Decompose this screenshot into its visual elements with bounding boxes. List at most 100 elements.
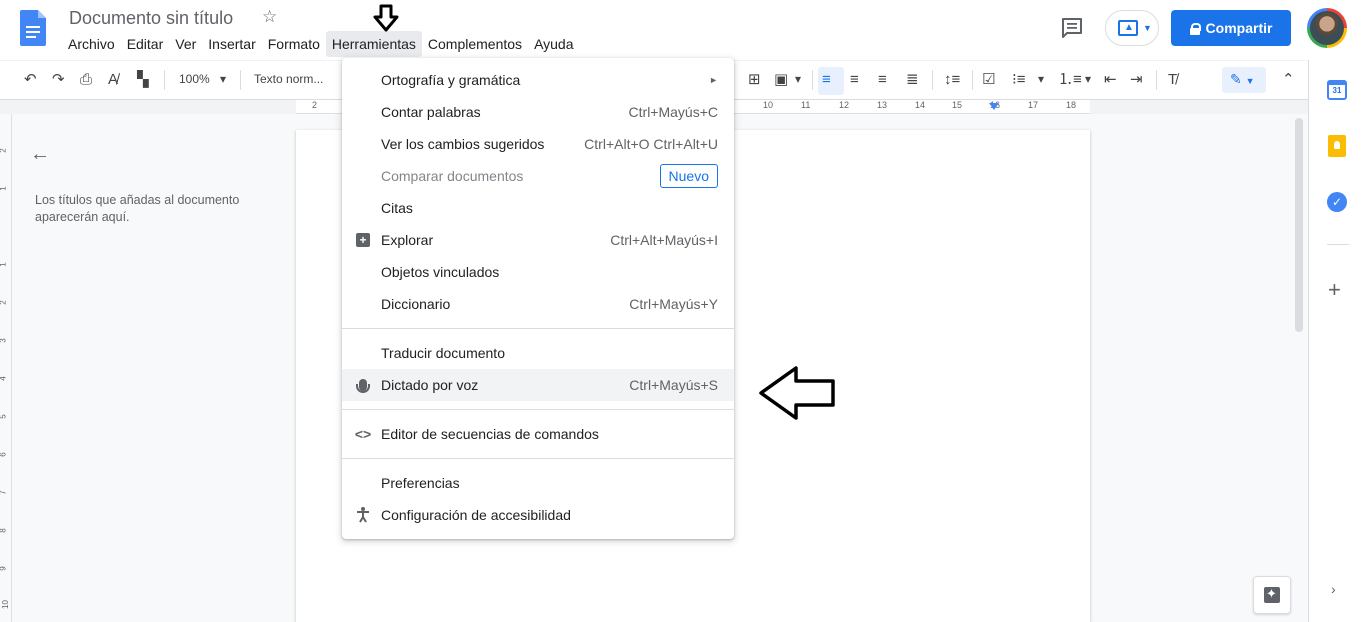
tasks-icon[interactable]: ✓: [1327, 192, 1347, 212]
insert-image-icon[interactable]: ▣: [774, 71, 788, 89]
ruler-number: 7: [0, 490, 8, 494]
vertical-scrollbar[interactable]: [1295, 118, 1303, 332]
clear-formatting-icon[interactable]: T̸: [1168, 71, 1177, 89]
bulleted-list-icon[interactable]: ⁝≡: [1012, 71, 1026, 89]
code-icon: <>: [354, 426, 372, 442]
ruler-number: 8: [0, 528, 8, 532]
menu-item-label: Explorar: [381, 232, 434, 248]
menu-item-label: Ver los cambios sugeridos: [381, 136, 545, 152]
side-panel: 31 ✓ + ›: [1308, 60, 1366, 622]
ruler-number: 10: [0, 600, 10, 609]
avatar[interactable]: [1307, 8, 1347, 48]
line-spacing-icon[interactable]: ↕≡: [944, 71, 960, 89]
explore-button[interactable]: [1253, 576, 1291, 614]
star-icon[interactable]: ☆: [262, 7, 277, 27]
menu-divider: [342, 328, 734, 329]
ruler-number: 12: [839, 100, 850, 110]
zoom-select[interactable]: 100%: [179, 72, 210, 86]
ruler-number: 1: [0, 186, 8, 190]
keep-icon[interactable]: [1328, 135, 1346, 157]
add-addon-icon[interactable]: +: [1328, 277, 1341, 303]
menu-item-accessibility[interactable]: Configuración de accesibilidad: [342, 499, 734, 531]
menu-item-compare-documents: Comparar documentos Nuevo: [342, 160, 734, 192]
menu-item-spelling[interactable]: Ortografía y gramática ►: [342, 64, 734, 96]
increase-indent-icon[interactable]: ⇥: [1130, 71, 1143, 89]
spellcheck-icon[interactable]: A̸: [108, 71, 118, 89]
menu-insertar[interactable]: Insertar: [202, 31, 261, 57]
chevron-down-icon: ▼: [1245, 76, 1255, 86]
comment-history-icon[interactable]: [1060, 16, 1084, 40]
menu-item-label: Preferencias: [381, 475, 460, 491]
menu-item-preferences[interactable]: Preferencias: [342, 467, 734, 499]
menu-item-label: Ortografía y gramática: [381, 72, 521, 88]
ruler-number: 14: [915, 100, 926, 110]
menu-item-translate[interactable]: Traducir documento: [342, 337, 734, 369]
menu-item-script-editor[interactable]: <> Editor de secuencias de comandos: [342, 418, 734, 450]
redo-icon[interactable]: ↷: [52, 71, 65, 89]
annotation-left-arrow-icon: [759, 366, 835, 420]
close-outline-arrow-icon[interactable]: ←: [30, 143, 50, 166]
editing-mode-button[interactable]: ✎ ▼: [1222, 67, 1266, 93]
side-panel-divider: [1327, 244, 1349, 245]
align-center-icon[interactable]: ≡: [850, 71, 859, 89]
menu-item-citations[interactable]: Citas: [342, 192, 734, 224]
chevron-right-icon[interactable]: ›: [1331, 581, 1336, 597]
present-button[interactable]: ▲ ▼: [1105, 10, 1159, 46]
insert-comment-icon[interactable]: ⊞: [748, 71, 761, 89]
google-docs-app: Documento sin título ☆ Archivo Editar Ve…: [0, 0, 1366, 622]
ruler-number: 2: [0, 300, 8, 304]
menu-item-shortcut: Ctrl+Mayús+C: [628, 104, 718, 120]
docs-logo-icon[interactable]: [20, 10, 46, 46]
chevron-down-icon: ▼: [1143, 23, 1152, 33]
explore-icon: [1264, 586, 1280, 603]
accessibility-icon: [354, 506, 372, 524]
numbered-list-icon[interactable]: ⒈≡: [1058, 71, 1082, 89]
ruler-number: 9: [0, 566, 8, 570]
vertical-ruler: 2 1 1 2 3 4 5 6 7 8 9 10: [0, 114, 12, 622]
justify-icon[interactable]: ≣: [906, 71, 919, 89]
menu-item-word-count[interactable]: Contar palabras Ctrl+Mayús+C: [342, 96, 734, 128]
document-title[interactable]: Documento sin título: [69, 8, 233, 29]
ruler-number: 17: [1028, 100, 1039, 110]
paint-format-icon[interactable]: ▚: [137, 71, 149, 89]
pencil-icon: ✎: [1230, 71, 1242, 87]
menu-herramientas[interactable]: Herramientas: [325, 31, 422, 57]
undo-icon[interactable]: ↶: [24, 71, 37, 89]
ruler-number: 13: [877, 100, 888, 110]
new-badge: Nuevo: [659, 164, 718, 188]
calendar-icon[interactable]: 31: [1327, 80, 1347, 100]
menu-item-linked-objects[interactable]: Objetos vinculados: [342, 256, 734, 288]
collapse-toolbar-icon[interactable]: ⌃: [1282, 71, 1295, 89]
decrease-indent-icon[interactable]: ⇤: [1104, 71, 1117, 89]
number-chevron-icon: ▾: [1085, 72, 1092, 86]
menu-item-dictionary[interactable]: Diccionario Ctrl+Mayús+Y: [342, 288, 734, 320]
menu-editar[interactable]: Editar: [121, 31, 170, 57]
menu-item-label: Citas: [381, 200, 413, 216]
menu-item-explore[interactable]: + Explorar Ctrl+Alt+Mayús+I: [342, 224, 734, 256]
ruler-number: 18: [1066, 100, 1077, 110]
arrow-up-icon: ▲: [1124, 22, 1134, 33]
menu-divider: [342, 458, 734, 459]
explore-icon: +: [354, 231, 372, 249]
print-icon[interactable]: ⎙: [80, 71, 92, 89]
style-select[interactable]: Texto norm...: [254, 72, 323, 86]
menu-ayuda[interactable]: Ayuda: [528, 31, 579, 57]
outline-empty-text: Los títulos que añadas al documento apar…: [35, 193, 240, 224]
image-chevron-icon: ▾: [795, 72, 802, 86]
ruler-number: 15: [952, 100, 963, 110]
align-right-icon[interactable]: ≡: [878, 71, 887, 89]
share-button[interactable]: Compartir: [1171, 10, 1291, 46]
menu-ver[interactable]: Ver: [169, 31, 202, 57]
align-left-icon[interactable]: ≡: [822, 71, 831, 89]
menu-item-shortcut: Ctrl+Mayús+Y: [629, 296, 718, 312]
right-indent-marker[interactable]: [989, 103, 999, 110]
ruler-number: 5: [0, 414, 8, 418]
checklist-icon[interactable]: ☑: [982, 71, 995, 89]
share-label: Compartir: [1205, 20, 1273, 36]
menu-item-suggested-changes[interactable]: Ver los cambios sugeridos Ctrl+Alt+O Ctr…: [342, 128, 734, 160]
annotation-down-arrow-icon: [373, 4, 399, 32]
menu-formato[interactable]: Formato: [262, 31, 326, 57]
menu-complementos[interactable]: Complementos: [422, 31, 528, 57]
menu-archivo[interactable]: Archivo: [62, 31, 121, 57]
menu-item-voice-typing[interactable]: Dictado por voz Ctrl+Mayús+S: [342, 369, 734, 401]
